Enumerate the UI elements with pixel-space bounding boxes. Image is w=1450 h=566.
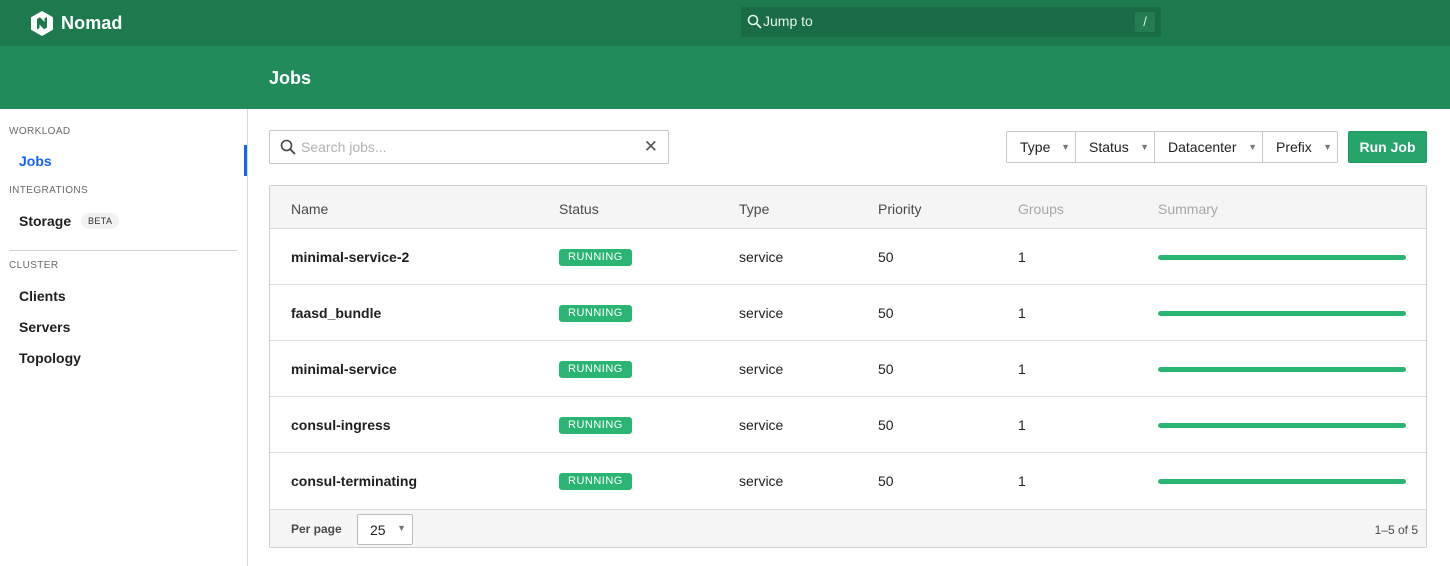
sidebar-section-workload: WORKLOAD xyxy=(9,126,71,137)
job-type: service xyxy=(739,473,784,489)
column-header-name[interactable]: Name xyxy=(291,201,328,217)
job-name-link[interactable]: consul-terminating xyxy=(291,473,417,489)
job-priority: 50 xyxy=(878,473,894,489)
page-title: Jobs xyxy=(269,68,312,88)
table-row[interactable]: minimal-service-2 RUNNING service 50 1 xyxy=(270,229,1426,285)
jobs-table: Name Status Type Priority Groups Summary… xyxy=(269,185,1427,548)
run-job-button[interactable]: Run Job xyxy=(1348,131,1427,163)
search-input[interactable] xyxy=(301,137,631,157)
summary-bar xyxy=(1158,255,1406,260)
summary-bar xyxy=(1158,423,1406,428)
type-filter-dropdown[interactable]: Type ▼ xyxy=(1006,131,1076,163)
beta-badge: BETA xyxy=(81,213,120,229)
summary-bar xyxy=(1158,311,1406,316)
caret-down-icon: ▼ xyxy=(1140,142,1149,152)
prefix-filter-dropdown[interactable]: Prefix ▼ xyxy=(1263,131,1338,163)
sidebar: WORKLOAD Jobs INTEGRATIONS Storage BETA … xyxy=(0,109,248,566)
per-page-label: Per page xyxy=(291,522,342,536)
status-badge: RUNNING xyxy=(559,361,632,378)
status-badge: RUNNING xyxy=(559,417,632,434)
active-indicator xyxy=(244,145,247,176)
table-header: Name Status Type Priority Groups Summary xyxy=(270,186,1426,229)
search-icon xyxy=(280,139,296,158)
job-name-link[interactable]: faasd_bundle xyxy=(291,305,381,321)
jump-to-search[interactable]: Jump to / xyxy=(741,7,1161,37)
table-footer: Per page 25 ▼ 1–5 of 5 xyxy=(270,509,1426,547)
top-nav-bar: Nomad Jump to / xyxy=(0,0,1450,46)
caret-down-icon: ▼ xyxy=(1323,142,1332,152)
summary-bar-fill xyxy=(1158,367,1406,372)
sidebar-item-jobs[interactable]: Jobs xyxy=(19,153,52,169)
search-icon xyxy=(747,14,762,32)
status-filter-label: Status xyxy=(1089,139,1129,155)
column-header-priority[interactable]: Priority xyxy=(878,201,922,217)
table-row[interactable]: consul-ingress RUNNING service 50 1 xyxy=(270,397,1426,453)
column-header-type[interactable]: Type xyxy=(739,201,769,217)
job-type: service xyxy=(739,417,784,433)
column-header-groups: Groups xyxy=(1018,201,1064,217)
summary-bar-fill xyxy=(1158,479,1406,484)
status-badge: RUNNING xyxy=(559,305,632,322)
job-name-link[interactable]: consul-ingress xyxy=(291,417,391,433)
sidebar-section-cluster: CLUSTER xyxy=(9,260,59,271)
job-priority: 50 xyxy=(878,249,894,265)
job-groups: 1 xyxy=(1018,417,1026,433)
job-groups: 1 xyxy=(1018,249,1026,265)
type-filter-label: Type xyxy=(1020,139,1051,155)
job-type: service xyxy=(739,249,784,265)
sidebar-item-clients[interactable]: Clients xyxy=(19,288,66,304)
sidebar-item-storage[interactable]: Storage xyxy=(19,213,71,229)
column-header-summary: Summary xyxy=(1158,201,1218,217)
sidebar-divider xyxy=(9,250,237,251)
jump-to-label: Jump to xyxy=(763,13,813,29)
per-page-value: 25 xyxy=(370,522,386,538)
prefix-filter-label: Prefix xyxy=(1276,139,1312,155)
clear-search-icon[interactable]: ✕ xyxy=(644,138,658,156)
summary-bar xyxy=(1158,367,1406,372)
summary-bar-fill xyxy=(1158,255,1406,260)
job-type: service xyxy=(739,305,784,321)
status-filter-dropdown[interactable]: Status ▼ xyxy=(1076,131,1155,163)
table-row[interactable]: consul-terminating RUNNING service 50 1 xyxy=(270,453,1426,509)
job-priority: 50 xyxy=(878,417,894,433)
keyboard-shortcut-hint: / xyxy=(1135,12,1155,32)
filter-group: Type ▼ Status ▼ Datacenter ▼ Prefix ▼ xyxy=(1006,131,1338,163)
per-page-select[interactable]: 25 ▼ xyxy=(357,514,413,545)
status-badge: RUNNING xyxy=(559,249,632,266)
job-priority: 50 xyxy=(878,361,894,377)
job-search-box: ✕ xyxy=(269,130,669,164)
job-priority: 50 xyxy=(878,305,894,321)
home-logo-link[interactable]: Nomad xyxy=(31,9,123,37)
table-row[interactable]: minimal-service RUNNING service 50 1 xyxy=(270,341,1426,397)
sidebar-section-integrations: INTEGRATIONS xyxy=(9,185,89,196)
job-groups: 1 xyxy=(1018,361,1026,377)
job-groups: 1 xyxy=(1018,305,1026,321)
table-row[interactable]: faasd_bundle RUNNING service 50 1 xyxy=(270,285,1426,341)
job-type: service xyxy=(739,361,784,377)
job-groups: 1 xyxy=(1018,473,1026,489)
job-name-link[interactable]: minimal-service-2 xyxy=(291,249,409,265)
job-name-link[interactable]: minimal-service xyxy=(291,361,397,377)
datacenter-filter-label: Datacenter xyxy=(1168,139,1237,155)
summary-bar xyxy=(1158,479,1406,484)
column-header-status[interactable]: Status xyxy=(559,201,599,217)
page-header: Jobs xyxy=(0,46,1450,109)
app-name: Nomad xyxy=(61,12,123,33)
status-badge: RUNNING xyxy=(559,473,632,490)
caret-down-icon: ▼ xyxy=(1061,142,1070,152)
summary-bar-fill xyxy=(1158,423,1406,428)
summary-bar-fill xyxy=(1158,311,1406,316)
datacenter-filter-dropdown[interactable]: Datacenter ▼ xyxy=(1155,131,1263,163)
pagination-range: 1–5 of 5 xyxy=(1374,523,1418,537)
nomad-logo-icon xyxy=(31,10,53,36)
caret-down-icon: ▼ xyxy=(397,523,406,533)
caret-down-icon: ▼ xyxy=(1248,142,1257,152)
sidebar-item-topology[interactable]: Topology xyxy=(19,350,81,366)
sidebar-item-servers[interactable]: Servers xyxy=(19,319,70,335)
